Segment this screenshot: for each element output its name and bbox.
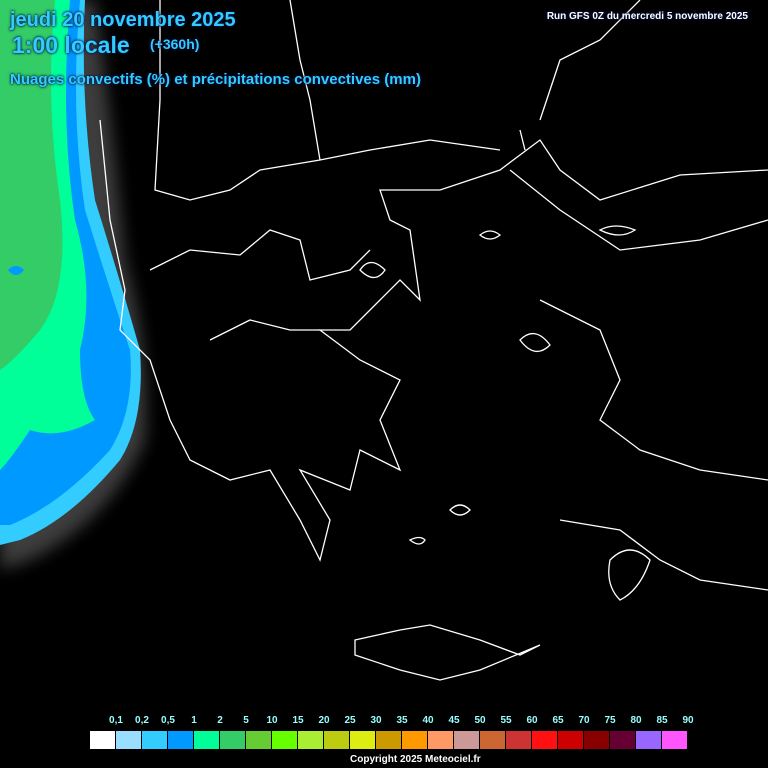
legend-label: 30 [370,715,382,726]
legend-swatch [402,731,428,749]
lead-time: (+360h) [150,36,200,52]
legend-label: 50 [474,715,486,726]
legend-label: 40 [422,715,434,726]
copyright: Copyright 2025 Meteociel.fr [350,754,481,765]
map-canvas [0,0,768,681]
legend-swatch [376,731,402,749]
legend-swatch [168,731,194,749]
coastlines-borders [99,0,768,681]
parameter-title: Nuages convectifs (%) et précipitations … [10,71,421,88]
legend-swatch [532,731,558,749]
legend-swatch [246,731,272,749]
legend-label: 45 [448,715,460,726]
legend-label: 60 [526,715,538,726]
legend-swatch [662,731,688,749]
legend-swatch [272,731,298,749]
legend-label: 55 [500,715,512,726]
legend-swatch [610,731,636,749]
color-legend [90,731,688,749]
weather-map: jeudi 20 novembre 2025 1:00 locale (+360… [0,0,768,768]
forecast-time: 1:00 locale [12,32,130,58]
legend-label: 70 [578,715,590,726]
legend-label: 20 [318,715,330,726]
legend-swatch [636,731,662,749]
legend-swatch [480,731,506,749]
legend-swatch [90,731,116,749]
legend-label: 1 [191,715,197,726]
model-run: Run GFS 0Z du mercredi 5 novembre 2025 [546,11,748,22]
legend-label: 65 [552,715,564,726]
legend-label: 90 [682,715,694,726]
legend-label: 2 [217,715,223,726]
legend-swatch [454,731,480,749]
legend-label: 75 [604,715,616,726]
legend-label: 10 [266,715,278,726]
legend-label: 35 [396,715,408,726]
legend-swatch [220,731,246,749]
legend-label: 80 [630,715,642,726]
legend-swatch [194,731,220,749]
legend-swatch [324,731,350,749]
legend-swatch [584,731,610,749]
legend-swatch [558,731,584,749]
legend-label: 5 [243,715,249,726]
legend-label: 0,5 [161,715,175,726]
legend-swatch [116,731,142,749]
legend-label: 15 [292,715,304,726]
legend-swatch [298,731,324,749]
legend-swatch [506,731,532,749]
legend-label: 85 [656,715,668,726]
forecast-date: jeudi 20 novembre 2025 [10,9,236,31]
legend-label: 0,2 [135,715,149,726]
legend-swatch [142,731,168,749]
legend-label: 25 [344,715,356,726]
legend-label: 0,1 [109,715,123,726]
legend-swatch [428,731,454,749]
legend-swatch [350,731,376,749]
